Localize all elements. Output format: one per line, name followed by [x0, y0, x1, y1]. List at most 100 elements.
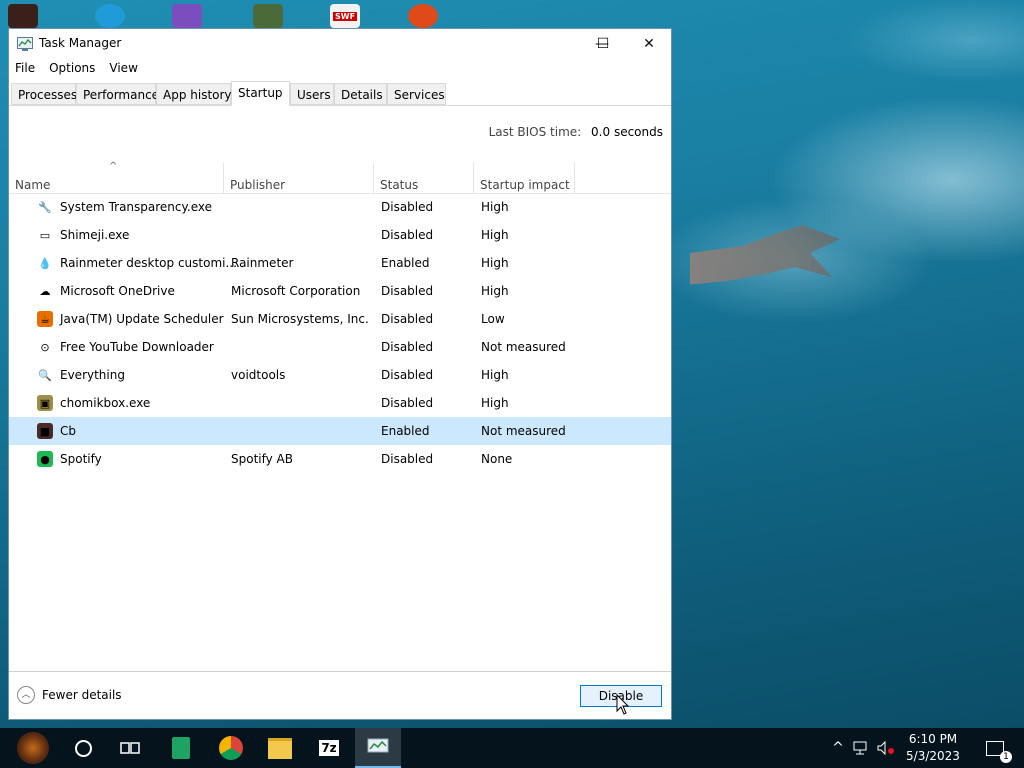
task-manager-window: Task Manager — ☐ ✕ File Options View Pro…: [8, 28, 672, 720]
row-startup-impact: Not measured: [481, 340, 566, 354]
visual-studio-desktop-icon[interactable]: [172, 4, 202, 28]
column-header-status[interactable]: Status: [374, 163, 474, 193]
row-status: Disabled: [381, 368, 434, 382]
row-name: Rainmeter desktop customi...: [60, 256, 237, 270]
close-icon: ✕: [643, 36, 655, 52]
table-row[interactable]: ● Spotify Spotify AB Disabled None: [9, 445, 671, 473]
close-button[interactable]: ✕: [626, 29, 672, 59]
column-header-publisher-label: Publisher: [230, 178, 286, 192]
last-bios-time: Last BIOS time: 0.0 seconds: [489, 125, 663, 139]
row-publisher: Spotify AB: [231, 452, 293, 466]
column-header-name[interactable]: ^ Name: [9, 161, 224, 193]
row-name: Microsoft OneDrive: [60, 284, 175, 298]
chevron-up-icon[interactable]: ^: [828, 728, 848, 768]
row-publisher: Sun Microsystems, Inc.: [231, 312, 369, 326]
tab-app-history[interactable]: App history: [156, 83, 232, 105]
row-name: System Transparency.exe: [60, 200, 212, 214]
row-status: Disabled: [381, 452, 434, 466]
tab-services[interactable]: Services: [387, 83, 446, 105]
java-icon: ☕: [37, 311, 53, 327]
7zip-label: 7z: [319, 740, 339, 756]
row-startup-impact: High: [481, 368, 509, 382]
chrome-icon[interactable]: [208, 728, 254, 768]
row-publisher: Rainmeter: [231, 256, 294, 270]
row-status: Disabled: [381, 340, 434, 354]
table-row[interactable]: ▭ Shimeji.exe Disabled High: [9, 221, 671, 249]
fewer-details-link[interactable]: Fewer details: [42, 688, 122, 702]
menu-options[interactable]: Options: [47, 59, 101, 77]
column-header-startup-impact[interactable]: Startup impact: [474, 163, 575, 193]
media-app-desktop-icon[interactable]: [408, 4, 438, 28]
taskbar-clock[interactable]: 6:10 PM 5/3/2023: [898, 731, 968, 765]
row-name: Free YouTube Downloader: [60, 340, 214, 354]
row-name: Spotify: [60, 452, 102, 466]
volume-muted-icon[interactable]: [875, 728, 897, 768]
start-icon[interactable]: [10, 728, 56, 768]
youtube-downloader-icon: ⊙: [37, 339, 53, 355]
tab-startup[interactable]: Startup: [231, 81, 290, 106]
7zip-icon[interactable]: 7z: [306, 728, 352, 768]
desktop-app-icon[interactable]: [8, 4, 38, 28]
row-status: Disabled: [381, 284, 434, 298]
table-row[interactable]: 💧 Rainmeter desktop customi... Rainmeter En…: [9, 249, 671, 277]
menu-file[interactable]: File: [13, 59, 41, 77]
app-window-icon: ▭: [37, 227, 53, 243]
row-startup-impact: None: [481, 452, 513, 466]
table-row[interactable]: 🔍 Everything voidtools Disabled High: [9, 361, 671, 389]
table-row[interactable]: ▣ chomikbox.exe Disabled High: [9, 389, 671, 417]
row-name: Cb: [60, 424, 76, 438]
onedrive-cloud-icon: ☁: [37, 283, 53, 299]
spotify-icon: ●: [37, 451, 53, 467]
notification-count-badge: 1: [1000, 750, 1012, 763]
maximize-button[interactable]: ☐: [580, 29, 626, 59]
column-header-publisher[interactable]: Publisher: [224, 163, 374, 193]
edge-desktop-icon[interactable]: [95, 4, 125, 28]
table-row[interactable]: ⊙ Free YouTube Downloader Disabled Not meas…: [9, 333, 671, 361]
menu-view[interactable]: View: [107, 59, 143, 77]
title-bar[interactable]: Task Manager — ☐ ✕: [9, 29, 671, 59]
menu-bar: File Options View: [9, 59, 671, 77]
tab-users[interactable]: Users: [290, 83, 334, 105]
table-row[interactable]: ☕ Java(TM) Update Scheduler Sun Microsyste…: [9, 305, 671, 333]
row-status: Disabled: [381, 228, 434, 242]
chomikbox-icon: ▣: [37, 395, 53, 411]
row-startup-impact: Not measured: [481, 424, 566, 438]
sheets-icon[interactable]: [158, 728, 204, 768]
cortana-circle-icon[interactable]: [60, 728, 106, 768]
last-bios-time-value: 0.0 seconds: [591, 125, 663, 139]
minecraft-desktop-icon[interactable]: [253, 4, 283, 28]
row-name: Shimeji.exe: [60, 228, 130, 242]
network-icon[interactable]: [851, 728, 873, 768]
row-startup-impact: High: [481, 256, 509, 270]
tab-processes[interactable]: Processes: [11, 83, 77, 105]
table-row[interactable]: ■ Cb Enabled Not measured: [9, 417, 671, 445]
row-publisher: voidtools: [231, 368, 286, 382]
task-manager-taskbar-icon[interactable]: [355, 728, 401, 768]
row-startup-impact: High: [481, 200, 509, 214]
tab-performance[interactable]: Performance: [76, 83, 159, 105]
row-name: chomikbox.exe: [60, 396, 151, 410]
wrench-icon: 🔧: [37, 199, 53, 215]
action-center-icon[interactable]: 1: [980, 728, 1012, 768]
table-row[interactable]: 🔧 System Transparency.exe Disabled High: [9, 193, 671, 221]
row-status: Disabled: [381, 312, 434, 326]
row-startup-impact: High: [481, 228, 509, 242]
sort-ascending-icon: ^: [109, 161, 118, 172]
column-header-name-label: Name: [15, 178, 51, 192]
magnifier-icon: 🔍: [37, 367, 53, 383]
table-header: ^ Name Publisher Status Startup impact: [9, 161, 671, 194]
mouse-cursor-icon: [616, 694, 630, 715]
file-explorer-icon[interactable]: [257, 728, 303, 768]
tab-details[interactable]: Details: [334, 83, 387, 105]
row-startup-impact: High: [481, 284, 509, 298]
column-header-status-label: Status: [380, 178, 419, 192]
task-view-icon[interactable]: [107, 728, 153, 768]
cb-icon: ■: [37, 423, 53, 439]
row-startup-impact: Low: [481, 312, 505, 326]
row-status: Disabled: [381, 200, 434, 214]
startup-list: 🔧 System Transparency.exe Disabled High ▭ Shi…: [9, 193, 671, 473]
table-row[interactable]: ☁ Microsoft OneDrive Microsoft Corporation…: [9, 277, 671, 305]
chevron-up-circle-icon[interactable]: ︿: [17, 686, 35, 704]
clock-date: 5/3/2023: [906, 749, 960, 763]
swf-file-desktop-icon[interactable]: SWF: [330, 4, 360, 28]
